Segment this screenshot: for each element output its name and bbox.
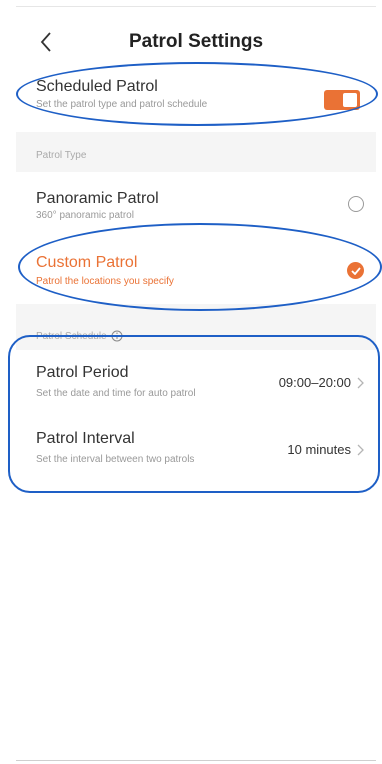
patrol-period-value: 09:00–20:00 (278, 375, 351, 390)
panoramic-patrol-option[interactable]: Panoramic Patrol 360° panoramic patrol (16, 172, 376, 238)
patrol-period-title: Patrol Period (36, 364, 129, 381)
scheduled-patrol-toggle[interactable] (324, 90, 360, 110)
top-divider (16, 6, 376, 7)
back-button[interactable] (34, 28, 58, 56)
custom-radio-checked[interactable] (347, 262, 364, 279)
scheduled-patrol-title: Scheduled Patrol (36, 78, 158, 95)
patrol-interval-title: Patrol Interval (36, 430, 135, 447)
patrol-interval-value-wrap: 10 minutes (287, 442, 364, 457)
panoramic-radio[interactable] (348, 196, 364, 212)
patrol-interval-subtitle: Set the interval between two patrols (36, 454, 195, 465)
checkmark-icon (350, 266, 361, 275)
patrol-period-value-wrap: 09:00–20:00 (279, 375, 364, 390)
patrol-interval-row[interactable]: Patrol Interval Set the interval between… (16, 414, 376, 474)
settings-screen: Patrol Settings Scheduled Patrol Set the… (0, 0, 382, 764)
patrol-period-subtitle: Set the date and time for auto patrol (36, 388, 196, 399)
patrol-schedule-label: Patrol Schedule (36, 330, 107, 342)
chevron-left-icon (40, 32, 51, 52)
custom-patrol-subtitle: Patrol the locations you specify (36, 276, 174, 287)
patrol-interval-value: 10 minutes (287, 442, 351, 457)
page-title: Patrol Settings (128, 31, 264, 52)
custom-patrol-title: Custom Patrol (36, 254, 138, 271)
toggle-knob (343, 93, 357, 107)
patrol-period-row[interactable]: Patrol Period Set the date and time for … (16, 350, 376, 414)
custom-patrol-option[interactable]: Custom Patrol Patrol the locations you s… (16, 238, 376, 304)
bottom-divider (16, 760, 376, 761)
patrol-schedule-section-bg (16, 304, 376, 350)
scheduled-patrol-subtitle: Set the patrol type and patrol schedule (36, 99, 208, 110)
info-icon[interactable] (111, 330, 123, 342)
panoramic-patrol-subtitle: 360° panoramic patrol (36, 210, 134, 221)
nav-header: Patrol Settings (16, 22, 376, 62)
panoramic-patrol-title: Panoramic Patrol (36, 190, 159, 207)
patrol-type-label: Patrol Type (36, 150, 87, 161)
scheduled-patrol-row: Scheduled Patrol Set the patrol type and… (16, 70, 376, 132)
patrol-schedule-label-wrap: Patrol Schedule (36, 330, 123, 342)
chevron-right-icon (357, 377, 364, 388)
chevron-right-icon (357, 444, 364, 455)
